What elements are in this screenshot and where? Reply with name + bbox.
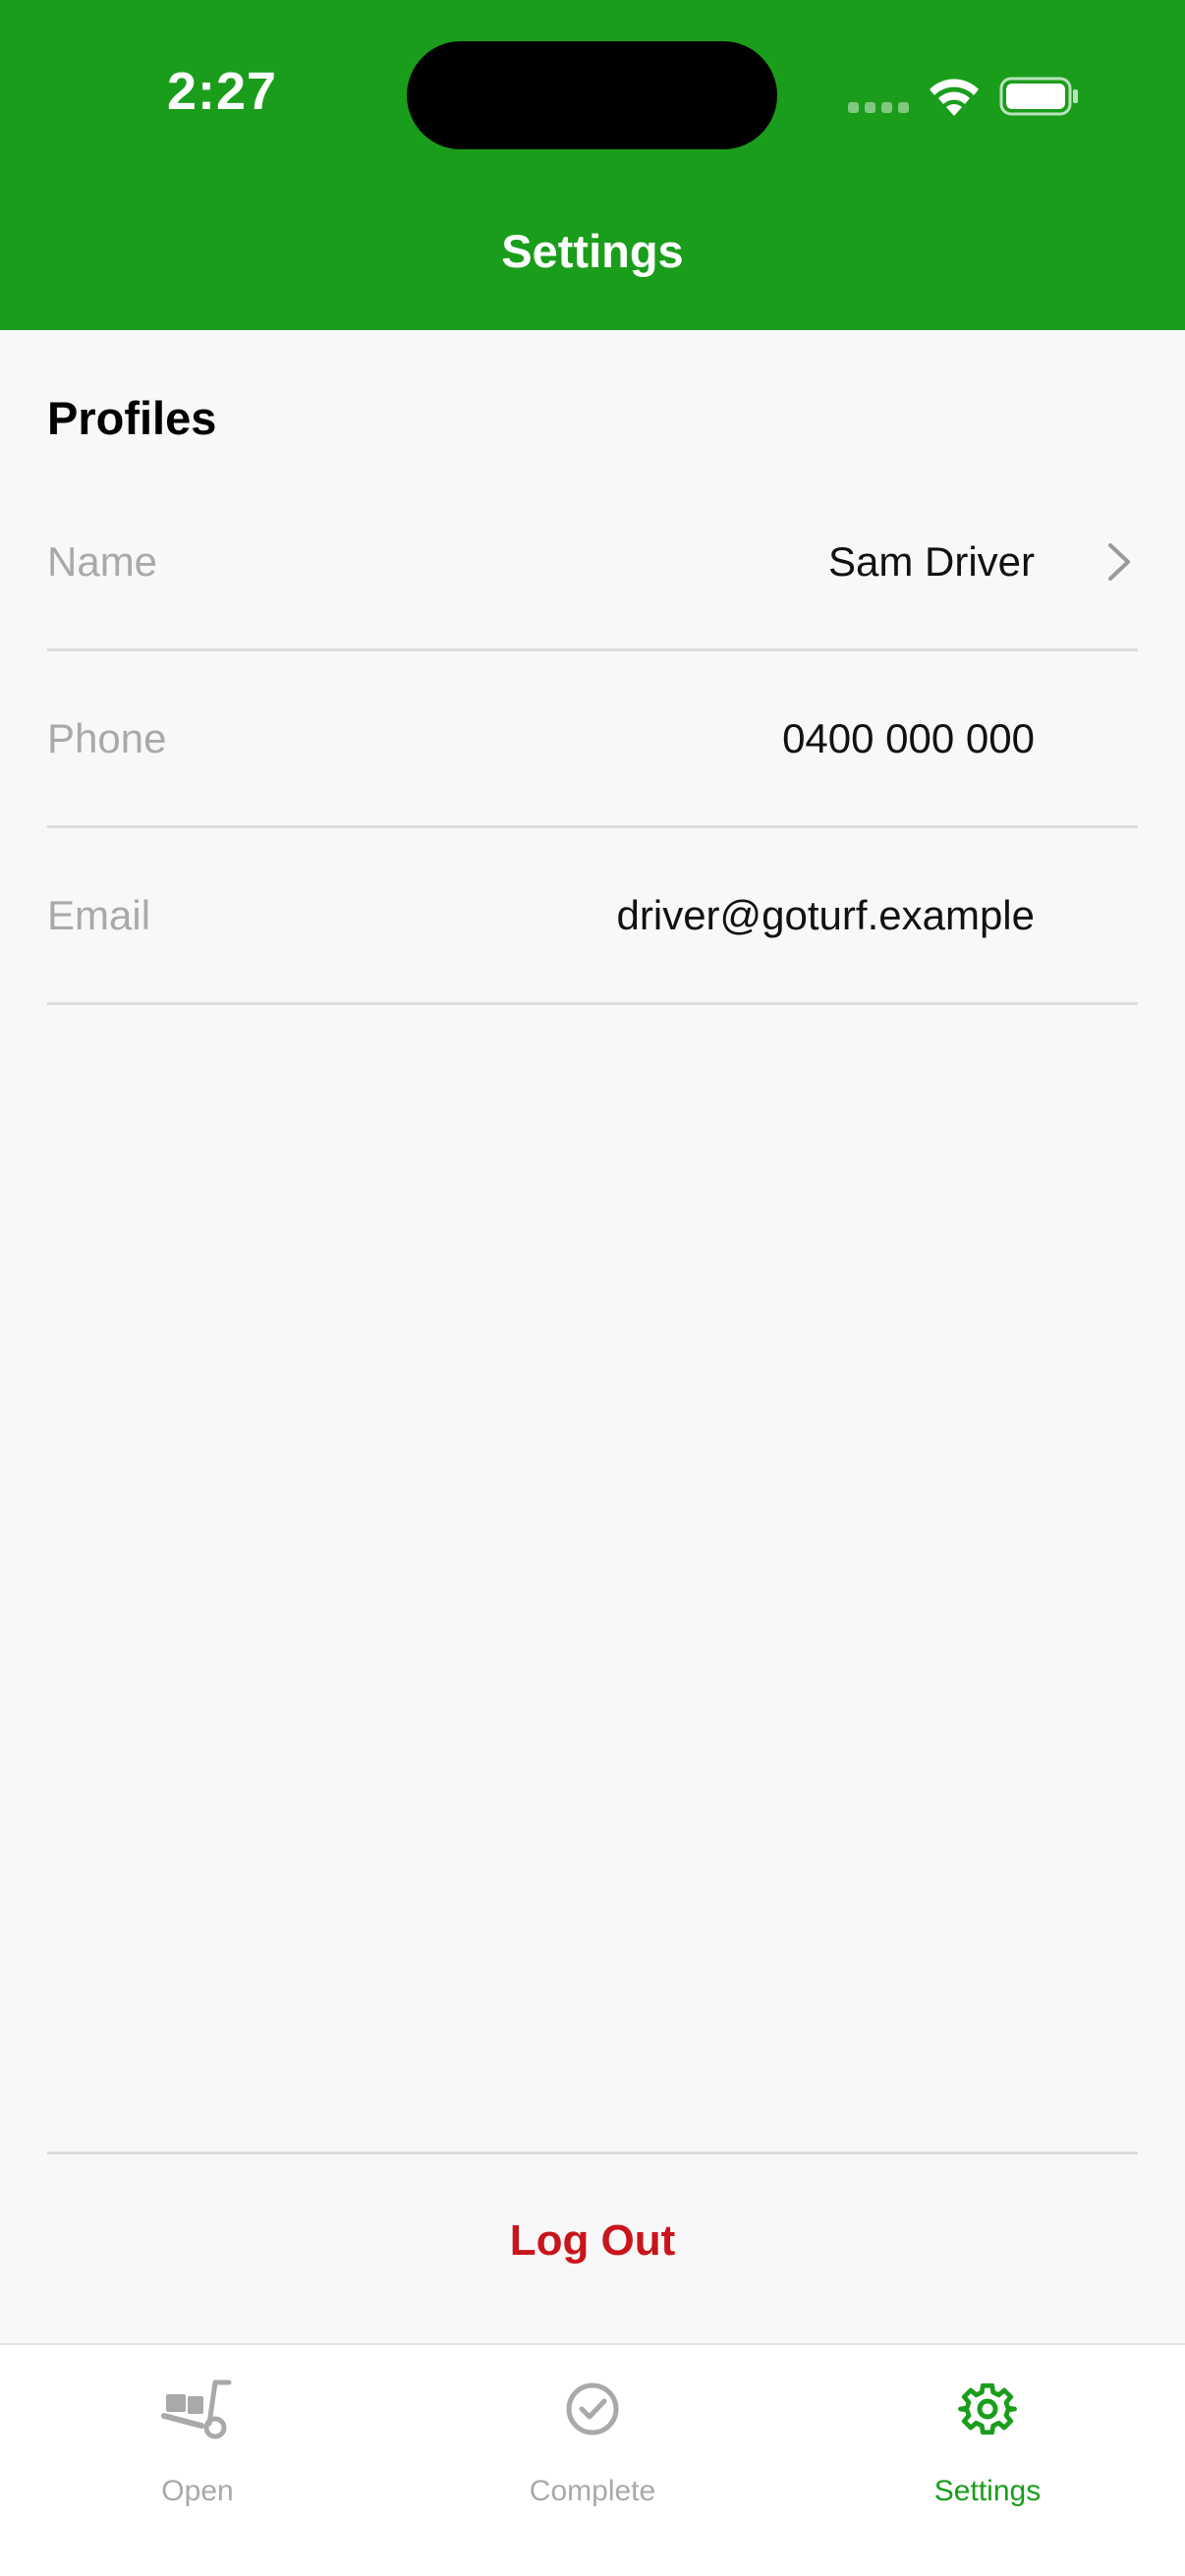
status-time: 2:27 — [167, 62, 278, 121]
row-value: driver@goturf.example — [616, 891, 1035, 938]
tab-bar: Open Complete Settings — [0, 2343, 1185, 2576]
logout-button[interactable]: Log Out — [0, 2216, 1185, 2266]
row-value: 0400 000 000 — [782, 714, 1035, 761]
tab-settings[interactable]: Settings — [790, 2345, 1185, 2576]
tab-label: Open — [161, 2475, 234, 2507]
profile-row-email: Email driver@goturf.example — [47, 828, 1138, 1005]
row-label: Email — [47, 891, 151, 938]
profile-row-name[interactable]: Name Sam Driver — [47, 475, 1138, 651]
battery-icon — [999, 77, 1078, 116]
header: 2:27 Settings — [0, 0, 1185, 330]
check-circle-icon — [566, 2382, 619, 2436]
tab-complete[interactable]: Complete — [395, 2345, 790, 2576]
chevron-right-icon — [1108, 542, 1130, 581]
row-label: Name — [47, 537, 158, 585]
gear-icon — [958, 2382, 1017, 2436]
hand-truck-icon — [161, 2380, 232, 2439]
settings-screen: 2:27 Settings Profiles Name Sam Driver P… — [0, 0, 1185, 2576]
profile-row-phone: Phone 0400 000 000 — [47, 651, 1138, 828]
wifi-icon — [930, 79, 979, 116]
page-title: Settings — [501, 225, 684, 277]
row-label: Phone — [47, 714, 167, 761]
divider — [47, 2152, 1138, 2155]
tab-open[interactable]: Open — [0, 2345, 395, 2576]
section-title-profiles: Profiles — [47, 392, 217, 444]
row-value: Sam Driver — [827, 537, 1035, 585]
cellular-signal-icon — [848, 102, 909, 116]
tab-label: Complete — [529, 2475, 656, 2507]
tab-label: Settings — [933, 2475, 1042, 2507]
dynamic-island — [407, 41, 777, 149]
